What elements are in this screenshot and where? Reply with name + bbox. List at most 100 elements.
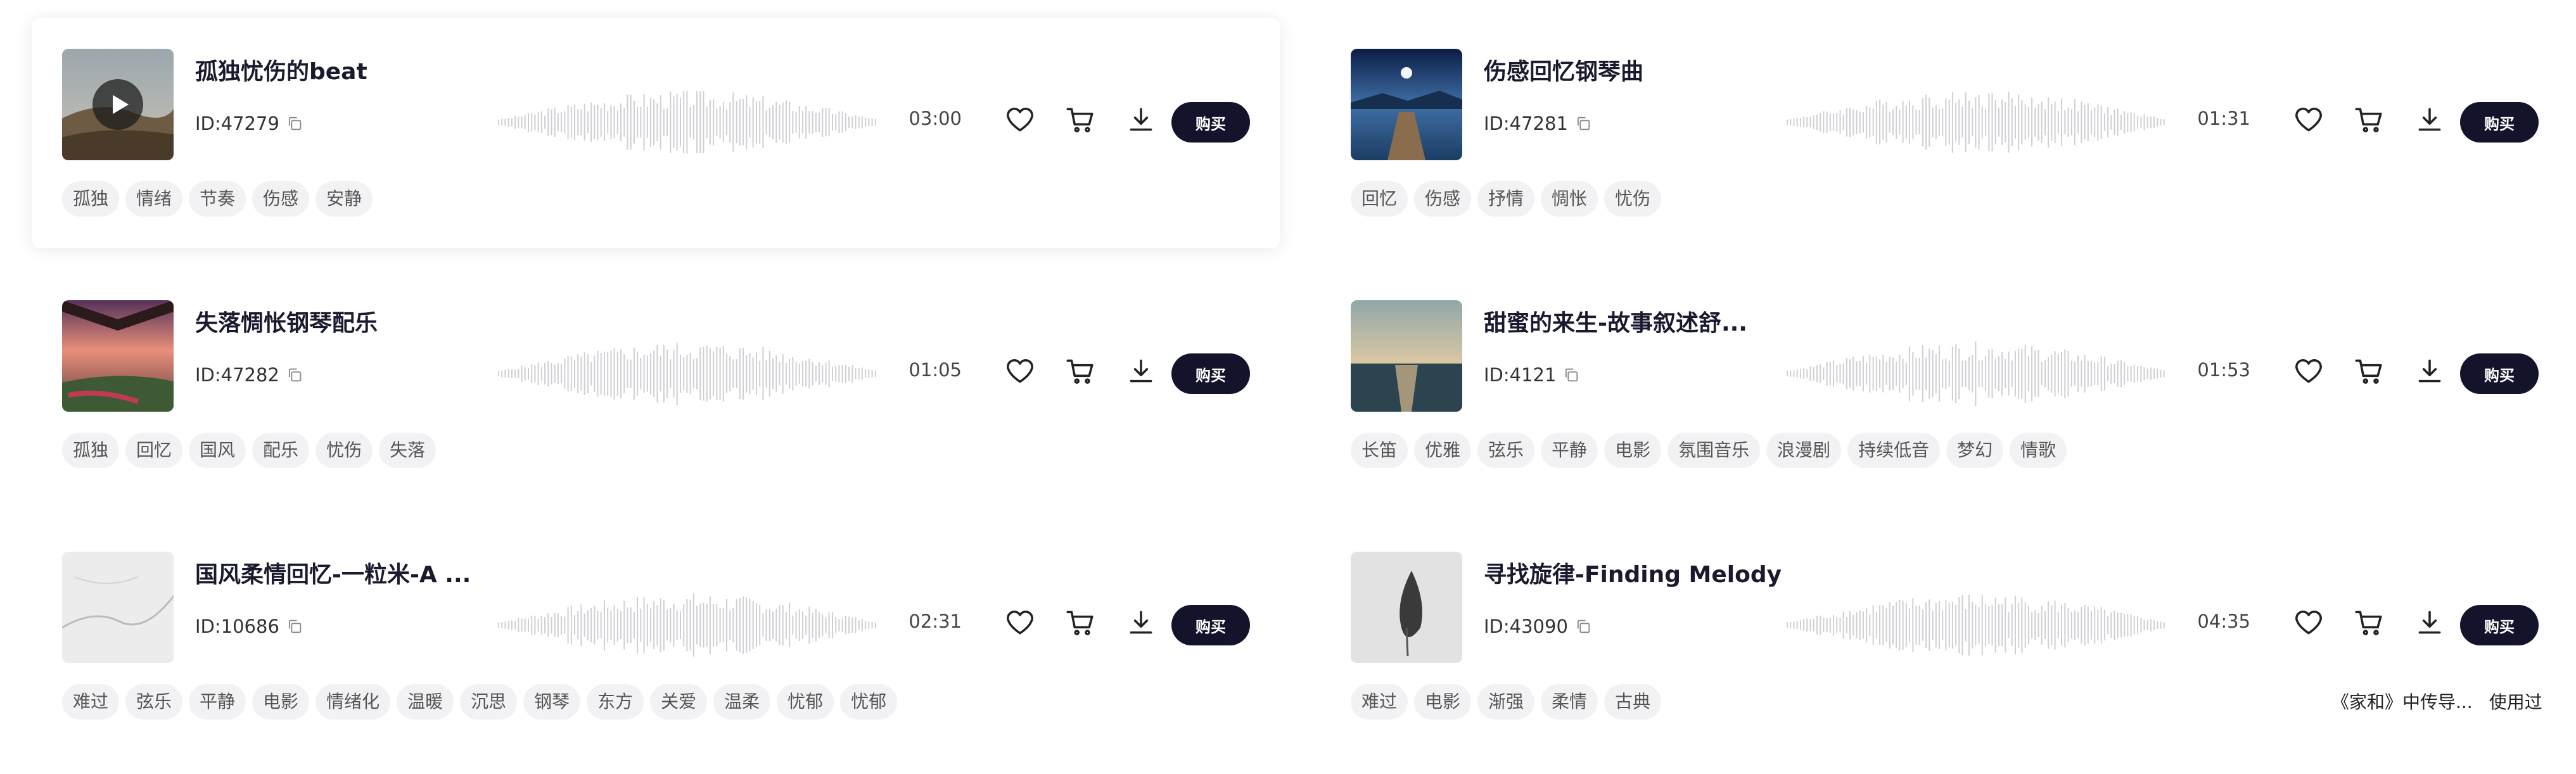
track-title[interactable]: 寻找旋律-Finding Melody (1484, 556, 1801, 589)
tag[interactable]: 忧伤 (316, 433, 373, 468)
buy-button[interactable]: 购买 (2460, 353, 2539, 394)
tag[interactable]: 情绪化 (316, 684, 391, 720)
tag[interactable]: 抒情 (1477, 181, 1535, 217)
heart-icon[interactable] (2293, 607, 2324, 638)
track-card[interactable]: 孤独忧伤的beat ID:47279 03:00 购买 孤独 情绪 节奏 伤感 安静 (32, 18, 1280, 248)
tag[interactable]: 长笛 (1351, 433, 1408, 468)
track-title[interactable]: 甜蜜的来生-故事叙述舒... (1484, 305, 1801, 338)
copy-icon[interactable] (286, 618, 303, 635)
tag[interactable]: 柔情 (1541, 684, 1598, 720)
tag[interactable]: 钢琴 (523, 684, 581, 720)
tag[interactable]: 弦乐 (1477, 433, 1535, 468)
cart-icon[interactable] (1064, 607, 1096, 638)
track-title[interactable]: 失落惆怅钢琴配乐 (195, 305, 512, 338)
track-card[interactable]: 甜蜜的来生-故事叙述舒... ID:4121 01:53 购买 长笛 优雅 弦乐 平静 电影 氛围… (1320, 269, 2568, 500)
tag[interactable]: 忧郁 (840, 684, 898, 720)
cart-icon[interactable] (2353, 104, 2385, 136)
cart-icon[interactable] (2353, 355, 2385, 387)
download-icon[interactable] (1125, 104, 1157, 136)
download-icon[interactable] (1125, 355, 1157, 387)
tag[interactable]: 平静 (1541, 433, 1598, 468)
buy-button[interactable]: 购买 (1171, 605, 1250, 645)
download-icon[interactable] (2414, 355, 2445, 387)
heart-icon[interactable] (2293, 104, 2324, 136)
download-icon[interactable] (2414, 104, 2445, 136)
usage-note-text[interactable]: 《家和》中传导... (2331, 688, 2473, 714)
cover-image[interactable] (62, 49, 174, 160)
download-icon[interactable] (2414, 607, 2445, 638)
copy-icon[interactable] (286, 366, 303, 384)
tag[interactable]: 难过 (1351, 684, 1408, 720)
tag[interactable]: 关爱 (650, 684, 708, 720)
tag[interactable]: 渐强 (1477, 684, 1535, 720)
track-title[interactable]: 国风柔情回忆-一粒米-A ... (195, 556, 512, 589)
tag[interactable]: 国风 (189, 433, 246, 468)
tag[interactable]: 安静 (316, 181, 373, 217)
tag[interactable]: 电影 (1414, 684, 1472, 720)
cover-image[interactable] (1351, 49, 1462, 160)
cover-image[interactable] (62, 552, 174, 663)
track-card[interactable]: 失落惆怅钢琴配乐 ID:47282 01:05 购买 孤独 回忆 国风 配乐 忧伤 失落 (32, 269, 1280, 500)
track-card[interactable]: 国风柔情回忆-一粒米-A ... ID:10686 02:31 购买 难过 弦乐 平静 电影情… (32, 521, 1280, 751)
cover-image[interactable] (1351, 300, 1462, 412)
copy-icon[interactable] (1562, 366, 1580, 384)
track-title[interactable]: 孤独忧伤的beat (195, 53, 512, 86)
waveform[interactable] (497, 590, 877, 660)
tag[interactable]: 温柔 (713, 684, 771, 720)
tag[interactable]: 配乐 (252, 433, 310, 468)
cover-image[interactable] (62, 300, 174, 412)
copy-icon[interactable] (1574, 618, 1592, 635)
tag[interactable]: 忧郁 (777, 684, 834, 720)
tag[interactable]: 持续低音 (1847, 433, 1941, 468)
tag[interactable]: 电影 (252, 684, 310, 720)
tag[interactable]: 沉思 (460, 684, 518, 720)
tag[interactable]: 回忆 (125, 433, 183, 468)
buy-button[interactable]: 购买 (2460, 605, 2539, 645)
tag[interactable]: 优雅 (1414, 433, 1472, 468)
buy-button[interactable]: 购买 (1171, 102, 1250, 143)
copy-icon[interactable] (1574, 115, 1592, 132)
waveform[interactable] (1786, 339, 2166, 409)
heart-icon[interactable] (1004, 607, 1036, 638)
waveform[interactable] (497, 87, 877, 157)
tag[interactable]: 弦乐 (125, 684, 183, 720)
tag[interactable]: 失落 (379, 433, 437, 468)
tag[interactable]: 平静 (189, 684, 246, 720)
heart-icon[interactable] (2293, 355, 2324, 387)
track-title[interactable]: 伤感回忆钢琴曲 (1484, 53, 1801, 86)
cart-icon[interactable] (1064, 104, 1096, 136)
cover-image[interactable] (1351, 552, 1462, 663)
tag[interactable]: 节奏 (189, 181, 246, 217)
cart-icon[interactable] (2353, 607, 2385, 638)
heart-icon[interactable] (1004, 355, 1036, 387)
tag[interactable]: 梦幻 (1946, 433, 2004, 468)
play-icon[interactable] (92, 79, 143, 130)
tag[interactable]: 电影 (1604, 433, 1662, 468)
copy-icon[interactable] (286, 115, 303, 132)
heart-icon[interactable] (1004, 104, 1036, 136)
tag[interactable]: 情歌 (2010, 433, 2067, 468)
tag[interactable]: 古典 (1604, 684, 1662, 720)
tag[interactable]: 伤感 (252, 181, 310, 217)
waveform[interactable] (1786, 590, 2166, 660)
tag[interactable]: 忧伤 (1604, 181, 1662, 217)
cart-icon[interactable] (1064, 355, 1096, 387)
track-card[interactable]: 伤感回忆钢琴曲 ID:47281 01:31 购买 回忆 伤感 抒情 惆怅 忧伤 (1320, 18, 2568, 248)
tag[interactable]: 难过 (62, 684, 120, 720)
download-icon[interactable] (1125, 607, 1157, 638)
tag[interactable]: 惆怅 (1541, 181, 1598, 217)
waveform[interactable] (497, 339, 877, 409)
tag[interactable]: 回忆 (1351, 181, 1408, 217)
tag[interactable]: 情绪 (125, 181, 183, 217)
tag[interactable]: 氛围音乐 (1667, 433, 1761, 468)
tag[interactable]: 东方 (587, 684, 644, 720)
waveform[interactable] (1786, 87, 2166, 157)
buy-button[interactable]: 购买 (1171, 353, 1250, 394)
tag[interactable]: 浪漫剧 (1766, 433, 1842, 468)
tag[interactable]: 伤感 (1414, 181, 1472, 217)
tag[interactable]: 孤独 (62, 181, 120, 217)
track-card[interactable]: 寻找旋律-Finding Melody ID:43090 04:35 购买 难过 电影 渐强… (1320, 521, 2568, 751)
tag[interactable]: 温暖 (397, 684, 454, 720)
tag[interactable]: 孤独 (62, 433, 120, 468)
buy-button[interactable]: 购买 (2460, 102, 2539, 143)
